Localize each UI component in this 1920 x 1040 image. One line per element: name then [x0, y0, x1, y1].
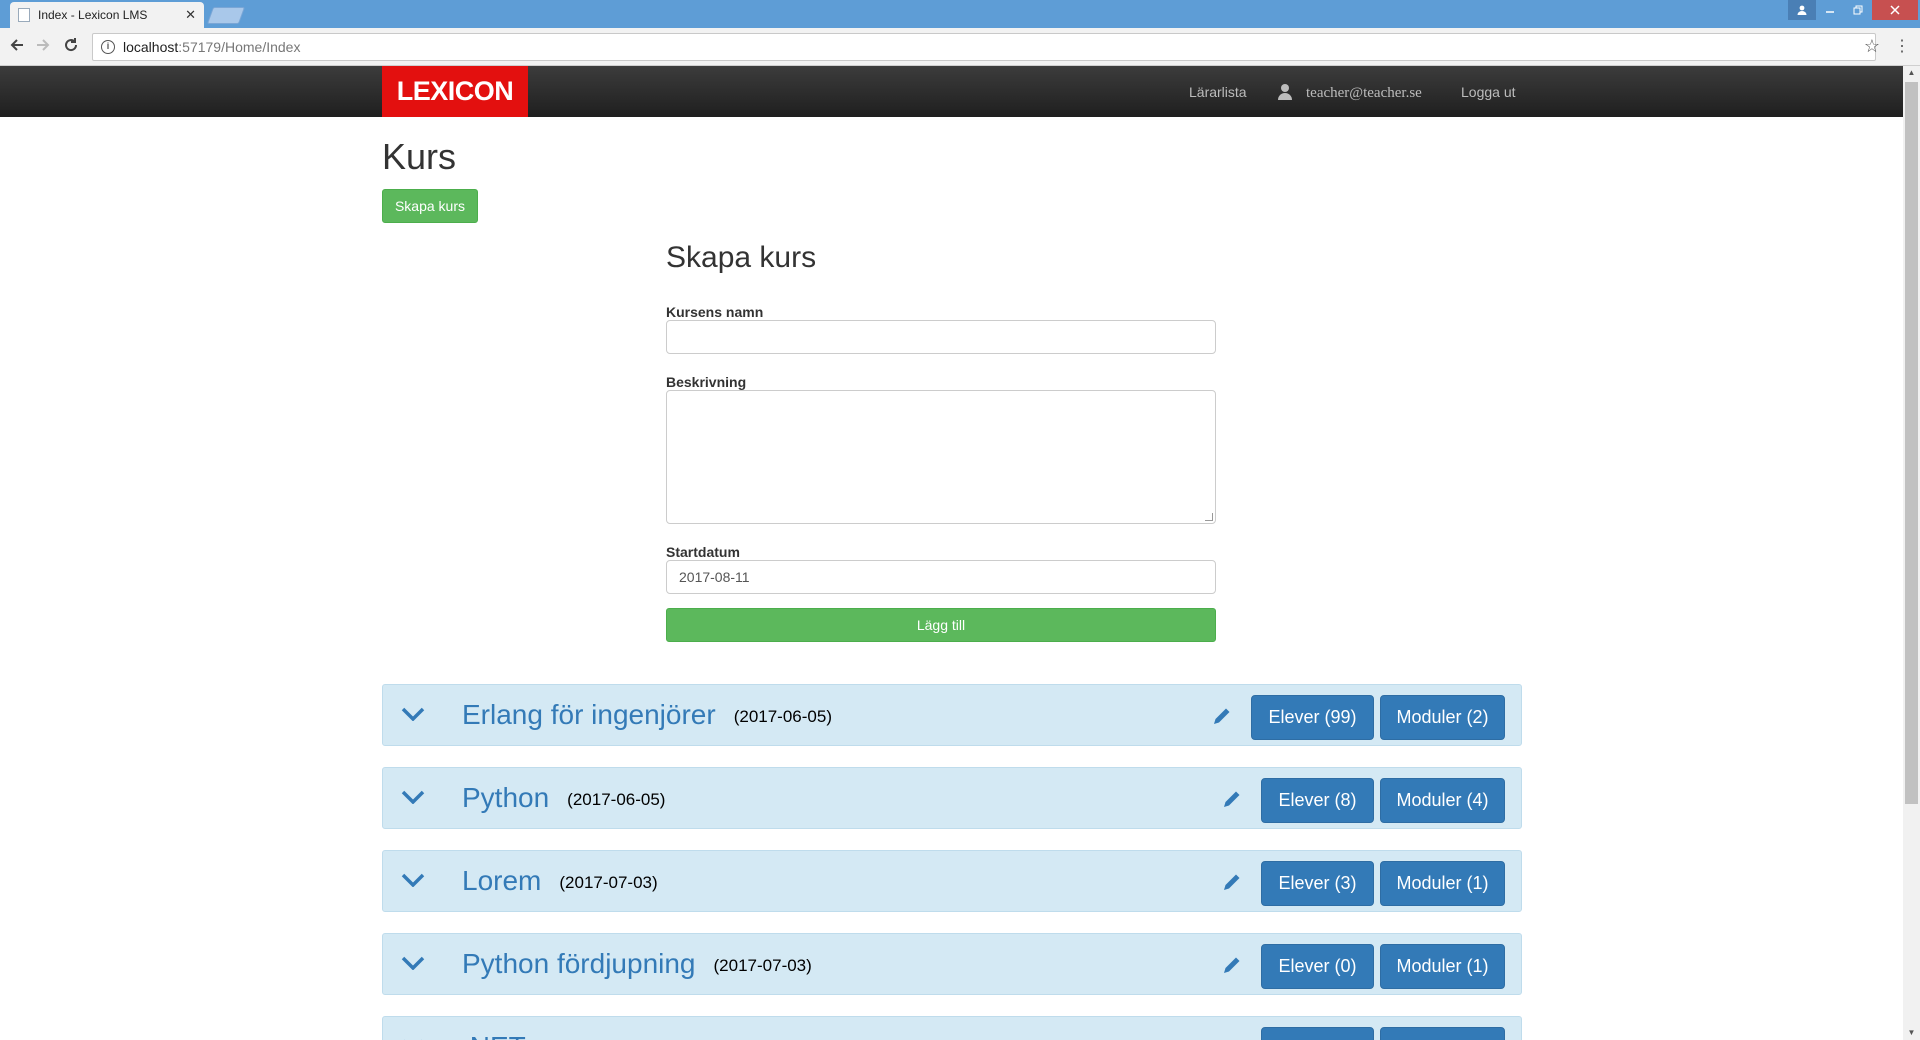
- create-course-form: Skapa kurs Kursens namn Beskrivning Star…: [666, 241, 1216, 642]
- address-bar[interactable]: i localhost:57179/Home/Index: [92, 33, 1876, 61]
- page-scrollbar[interactable]: ▲ ▼: [1903, 66, 1920, 1040]
- teachers-list-link[interactable]: Lärarlista: [1189, 66, 1247, 117]
- scrollbar-thumb[interactable]: [1905, 82, 1918, 804]
- user-menu[interactable]: teacher@teacher.se: [1277, 66, 1422, 117]
- students-button[interactable]: [1261, 1027, 1374, 1040]
- restore-icon[interactable]: [1844, 0, 1872, 20]
- modules-button[interactable]: [1380, 1027, 1505, 1040]
- course-title[interactable]: Erlang för ingenjörer (2017-06-05): [462, 697, 832, 735]
- bookmark-star-icon[interactable]: ☆: [1864, 36, 1880, 57]
- close-window-icon[interactable]: [1872, 0, 1918, 20]
- user-icon: [1277, 83, 1293, 100]
- pencil-icon[interactable]: [1211, 705, 1233, 727]
- pencil-icon[interactable]: [1221, 871, 1243, 893]
- logout-link[interactable]: Logga ut: [1461, 66, 1516, 117]
- browser-menu-icon[interactable]: ⋮: [1894, 36, 1910, 56]
- new-tab-button[interactable]: [206, 7, 246, 24]
- modules-button[interactable]: Moduler (2): [1380, 695, 1505, 740]
- course-title[interactable]: Python (2017-06-05): [462, 780, 665, 818]
- modules-button[interactable]: Moduler (1): [1380, 944, 1505, 989]
- form-heading: Skapa kurs: [666, 241, 817, 274]
- lexicon-logo[interactable]: LEXICON: [382, 66, 528, 117]
- course-panel[interactable]: Lorem (2017-07-03) Elever (3) Moduler (1): [382, 850, 1522, 912]
- course-name: Erlang för ingenjörer: [462, 699, 716, 730]
- pencil-icon[interactable]: [1221, 954, 1243, 976]
- course-panel[interactable]: Python fördjupning (2017-07-03) Elever (0…: [382, 933, 1522, 995]
- modules-button[interactable]: Moduler (1): [1380, 861, 1505, 906]
- add-course-button[interactable]: Lägg till: [666, 608, 1216, 642]
- startdate-label: Startdatum: [666, 544, 740, 560]
- course-panel[interactable]: Erlang för ingenjörer (2017-06-05) Elever…: [382, 684, 1522, 746]
- course-name: .NET: [462, 1031, 526, 1040]
- students-button[interactable]: Elever (0): [1261, 944, 1374, 989]
- course-name: Lorem: [462, 865, 542, 896]
- students-button[interactable]: Elever (99): [1251, 695, 1374, 740]
- scroll-down-arrow-icon[interactable]: ▼: [1903, 1026, 1920, 1040]
- page-viewport: LEXICON Lärarlista teacher@teacher.se Lo…: [0, 66, 1903, 1040]
- chevron-down-icon[interactable]: [401, 707, 425, 721]
- browser-tab[interactable]: Index - Lexicon LMS ✕: [10, 2, 204, 28]
- modules-button[interactable]: Moduler (4): [1380, 778, 1505, 823]
- course-name-input[interactable]: [666, 320, 1216, 354]
- browser-tab-strip: Index - Lexicon LMS ✕: [0, 0, 1920, 28]
- profile-icon[interactable]: [1788, 0, 1816, 20]
- tab-close-icon[interactable]: ✕: [185, 7, 196, 23]
- description-textarea[interactable]: [666, 390, 1216, 524]
- description-label: Beskrivning: [666, 374, 747, 390]
- course-panel[interactable]: .NET: [382, 1016, 1522, 1040]
- page-title: Kurs: [382, 136, 457, 177]
- pencil-icon[interactable]: [1221, 788, 1243, 810]
- page-favicon-icon: [18, 8, 30, 22]
- tab-title: Index - Lexicon LMS: [38, 8, 148, 22]
- window-controls: [1788, 0, 1918, 20]
- course-date: (2017-07-03): [559, 872, 658, 892]
- startdate-input[interactable]: 2017-08-11: [666, 560, 1216, 594]
- course-title[interactable]: Python fördjupning (2017-07-03): [462, 946, 812, 984]
- minimize-icon[interactable]: [1816, 0, 1844, 20]
- course-title[interactable]: Lorem (2017-07-03): [462, 863, 658, 901]
- chevron-down-icon[interactable]: [401, 956, 425, 970]
- back-arrow-icon[interactable]: [6, 37, 28, 57]
- reload-icon[interactable]: [60, 37, 82, 57]
- students-button[interactable]: Elever (8): [1261, 778, 1374, 823]
- url-path: :57179/Home/Index: [178, 39, 301, 55]
- user-email: teacher@teacher.se: [1306, 85, 1422, 101]
- scroll-up-arrow-icon[interactable]: ▲: [1903, 66, 1920, 80]
- create-course-button[interactable]: Skapa kurs: [382, 189, 478, 223]
- site-navbar: LEXICON Lärarlista teacher@teacher.se Lo…: [0, 66, 1903, 117]
- forward-arrow-icon[interactable]: [32, 37, 54, 57]
- course-date: (2017-06-05): [733, 706, 832, 726]
- course-panel[interactable]: Python (2017-06-05) Elever (8) Moduler (4…: [382, 767, 1522, 829]
- course-name: Python fördjupning: [462, 948, 696, 979]
- chevron-down-icon[interactable]: [401, 873, 425, 887]
- course-name-label: Kursens namn: [666, 304, 764, 320]
- url-host: localhost: [123, 39, 179, 55]
- site-info-icon[interactable]: i: [101, 40, 115, 54]
- course-title[interactable]: .NET: [462, 1029, 526, 1040]
- main-container: Kurs Skapa kurs Skapa kurs Kursens namn …: [382, 117, 1522, 1040]
- course-date: (2017-07-03): [713, 955, 812, 975]
- browser-toolbar: i localhost:57179/Home/Index ☆ ⋮: [0, 28, 1920, 66]
- students-button[interactable]: Elever (3): [1261, 861, 1374, 906]
- course-name: Python: [462, 782, 550, 813]
- course-date: (2017-06-05): [567, 789, 666, 809]
- chevron-down-icon[interactable]: [401, 790, 425, 804]
